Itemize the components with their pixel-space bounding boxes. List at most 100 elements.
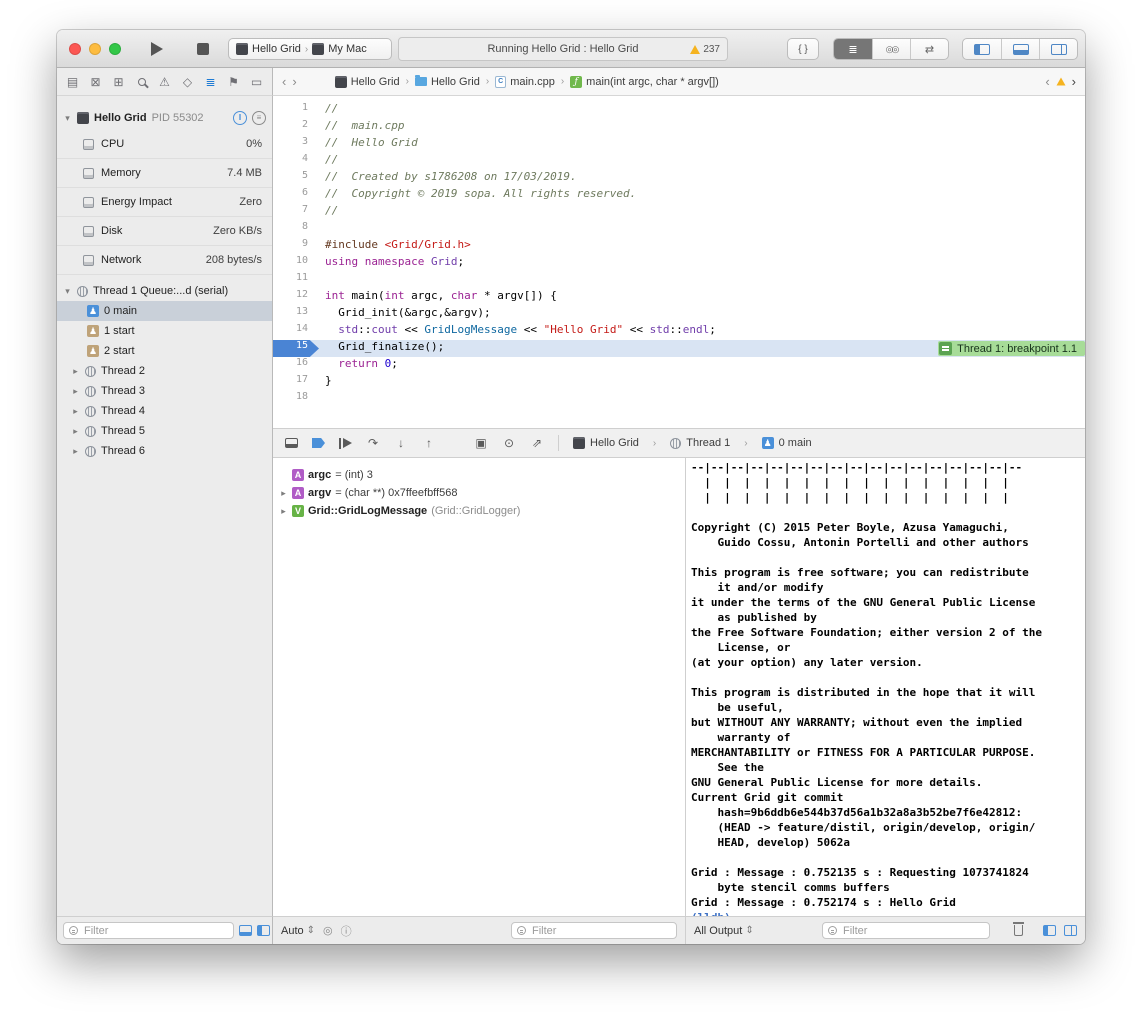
close-button[interactable] — [69, 43, 81, 55]
code-line[interactable]: 2// main.cpp — [273, 119, 1085, 136]
disclosure-closed-icon[interactable]: ▸ — [71, 426, 80, 437]
project-navigator-icon[interactable]: ▤ — [61, 75, 84, 89]
quick-look-button[interactable]: ◎ — [323, 924, 333, 937]
toggle-navigator-button[interactable] — [963, 39, 1001, 59]
jumpbar-crumb-project[interactable]: Hello Grid — [335, 76, 400, 88]
disclosure-closed-icon[interactable]: ▸ — [279, 488, 288, 499]
stack-frame-row[interactable]: ♟ 2 start — [57, 341, 272, 361]
next-issue-button[interactable]: › — [1072, 74, 1076, 89]
run-button[interactable] — [143, 37, 171, 61]
scheme-selector[interactable]: Hello Grid › My Mac — [228, 38, 392, 60]
code-line[interactable]: 10using namespace Grid; — [273, 255, 1085, 272]
find-navigator-icon[interactable] — [130, 75, 153, 89]
navigator-filter-input[interactable] — [82, 924, 228, 938]
code-snippet-button[interactable]: { } — [787, 38, 819, 60]
filter-toggle-icon-1[interactable] — [239, 925, 252, 936]
line-number[interactable]: 13 — [273, 306, 319, 323]
line-number[interactable]: 17 — [273, 374, 319, 391]
thread-row[interactable]: ▸ Thread 6 — [57, 441, 272, 461]
variables-view[interactable]: A argc = (int) 3 ▸ A argv = (char **) 0x… — [273, 458, 685, 916]
variables-filter-input[interactable] — [530, 924, 671, 938]
previous-issue-button[interactable]: ‹ — [1045, 74, 1049, 89]
disclosure-closed-icon[interactable]: ▸ — [71, 386, 80, 397]
filter-toggle-icon-2[interactable] — [257, 925, 270, 936]
step-into-button[interactable]: ↓ — [394, 436, 408, 450]
line-number[interactable]: 3 — [273, 136, 319, 153]
issue-navigator-icon[interactable]: ⚠ — [153, 75, 176, 89]
jumpbar-crumb-symbol[interactable]: ƒ main(int argc, char * argv[]) — [570, 76, 719, 88]
line-number[interactable]: 12 — [273, 289, 319, 306]
disclosure-closed-icon[interactable]: ▸ — [71, 406, 80, 417]
deactivate-breakpoints-button[interactable] — [312, 438, 325, 448]
line-number[interactable]: 7 — [273, 204, 319, 221]
variable-row[interactable]: ▸ A argv = (char **) 0x7ffeefbff568 — [273, 484, 685, 502]
code-line[interactable]: 4// — [273, 153, 1085, 170]
line-number[interactable]: 2 — [273, 119, 319, 136]
debug-navigator-icon[interactable]: ≣ — [199, 75, 222, 89]
code-line[interactable]: 17} — [273, 374, 1085, 391]
test-navigator-icon[interactable]: ◇ — [176, 75, 199, 89]
line-number[interactable]: 10 — [273, 255, 319, 272]
debug-view-hierarchy-button[interactable]: ▣ — [474, 436, 488, 450]
print-description-button[interactable]: ⓘ — [341, 923, 352, 939]
thread-row[interactable]: ▸ Thread 4 — [57, 401, 272, 421]
thread-1-row[interactable]: ▾ Thread 1 Queue:...d (serial) — [57, 281, 272, 301]
jumpbar-crumb-group[interactable]: Hello Grid — [415, 76, 480, 88]
disclosure-closed-icon[interactable]: ▸ — [71, 446, 80, 457]
breakpoint-navigator-icon[interactable]: ⚑ — [222, 75, 245, 89]
console-filter-input[interactable] — [841, 924, 984, 938]
code-line[interactable]: 16 return 0; — [273, 357, 1085, 374]
breakpoint-badge[interactable]: Thread 1: breakpoint 1.1 — [938, 341, 1085, 356]
hide-debug-area-button[interactable] — [285, 438, 298, 448]
standard-editor-button[interactable]: ≣ — [834, 39, 872, 59]
stack-frame-row[interactable]: ♟ 1 start — [57, 321, 272, 341]
source-control-navigator-icon[interactable]: ⊠ — [84, 75, 107, 89]
forward-button[interactable]: › — [292, 74, 296, 89]
line-number[interactable]: 8 — [273, 221, 319, 238]
process-row[interactable]: ▾ Hello Grid PID 55302 ‖ ≡ — [57, 106, 272, 130]
console-view[interactable]: --|--|--|--|--|--|--|--|--|--|--|--|--|-… — [685, 458, 1085, 916]
code-line[interactable]: 3// Hello Grid — [273, 136, 1085, 153]
debug-crumb-frame[interactable]: ♟ 0 main — [762, 437, 812, 449]
code-line[interactable]: 11 — [273, 272, 1085, 289]
line-number[interactable]: 9 — [273, 238, 319, 255]
thread-row[interactable]: ▸ Thread 5 — [57, 421, 272, 441]
toggle-variables-view-button[interactable] — [1043, 925, 1056, 936]
toggle-debug-area-button[interactable] — [1001, 39, 1039, 59]
disclosure-closed-icon[interactable]: ▸ — [279, 506, 288, 517]
report-navigator-icon[interactable]: ▭ — [245, 75, 268, 89]
step-out-button[interactable]: ↑ — [422, 436, 436, 450]
line-number[interactable]: 16 — [273, 357, 319, 374]
source-editor[interactable]: 1//2// main.cpp3// Hello Grid4//5// Crea… — [273, 96, 1085, 428]
line-number[interactable]: 11 — [273, 272, 319, 289]
step-over-button[interactable]: ↷ — [366, 436, 380, 450]
code-line[interactable]: 13 Grid_init(&argc,&argv); — [273, 306, 1085, 323]
console-filter-field[interactable] — [822, 922, 990, 939]
symbol-navigator-icon[interactable]: ⊞ — [107, 75, 130, 89]
variables-scope-selector[interactable]: Auto ⇕ — [281, 925, 315, 937]
view-mode-icon[interactable]: ≡ — [252, 111, 266, 125]
code-line[interactable]: 7// — [273, 204, 1085, 221]
back-button[interactable]: ‹ — [282, 74, 286, 89]
console-scope-selector[interactable]: All Output ⇕ — [694, 925, 754, 937]
variable-row[interactable]: ▸ V Grid::GridLogMessage (Grid::GridLogg… — [273, 502, 685, 520]
code-line[interactable]: 8 — [273, 221, 1085, 238]
clear-console-button[interactable] — [1014, 925, 1023, 936]
jumpbar-crumb-file[interactable]: C main.cpp — [495, 76, 555, 88]
navigator-filter-field[interactable] — [63, 922, 234, 939]
version-editor-button[interactable]: ⇄ — [910, 39, 948, 59]
code-line[interactable]: 9#include <Grid/Grid.h> — [273, 238, 1085, 255]
disclosure-open-icon[interactable]: ▾ — [63, 286, 72, 297]
debug-crumb-thread[interactable]: Thread 1 — [670, 437, 730, 449]
zoom-button[interactable] — [109, 43, 121, 55]
simulate-location-button[interactable]: ⇗ — [530, 436, 544, 450]
debug-crumb-app[interactable]: Hello Grid — [573, 437, 639, 449]
code-line[interactable]: 18 — [273, 391, 1085, 408]
line-number[interactable]: 18 — [273, 391, 319, 408]
line-number[interactable]: 14 — [273, 323, 319, 340]
toggle-console-view-button[interactable] — [1064, 925, 1077, 936]
gauge-row-energy[interactable]: Energy Impact Zero — [57, 188, 272, 217]
gauge-row-disk[interactable]: Disk Zero KB/s — [57, 217, 272, 246]
line-number[interactable]: 1 — [273, 102, 319, 119]
code-line[interactable]: 5// Created by s1786208 on 17/03/2019. — [273, 170, 1085, 187]
